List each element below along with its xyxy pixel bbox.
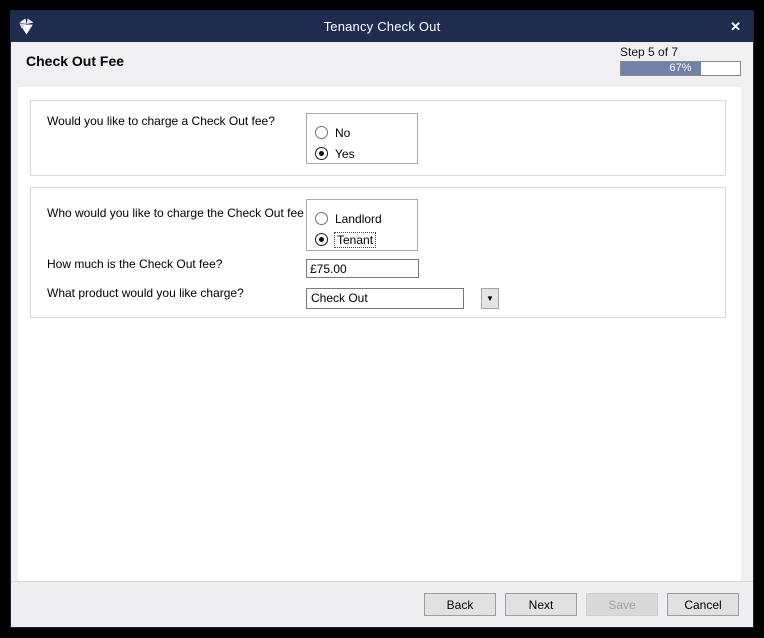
- button-bar: Back Next Save Cancel: [11, 581, 753, 627]
- radio-option-no[interactable]: No: [315, 122, 417, 143]
- product-dropdown-button[interactable]: ▼: [481, 288, 499, 309]
- radio-landlord-label: Landlord: [335, 212, 382, 226]
- section-fee-details: Who would you like to charge the Check O…: [30, 187, 726, 318]
- step-indicator: Step 5 of 7: [620, 45, 678, 59]
- back-button[interactable]: Back: [424, 593, 496, 616]
- radio-group-charge-to: Landlord Tenant: [306, 199, 418, 251]
- product-combobox[interactable]: Check Out: [306, 288, 464, 309]
- radio-yes-label: Yes: [335, 147, 355, 161]
- window-title: Tenancy Check Out: [11, 19, 753, 34]
- fee-amount-input[interactable]: [306, 259, 419, 278]
- next-button[interactable]: Next: [505, 593, 577, 616]
- page-title: Check Out Fee: [26, 53, 124, 69]
- title-bar: Tenancy Check Out ✕: [11, 11, 753, 42]
- progress-percent-label: 67%: [621, 62, 740, 75]
- close-icon[interactable]: ✕: [730, 11, 741, 42]
- dialog-window: Tenancy Check Out ✕ Check Out Fee Step 5…: [10, 10, 754, 628]
- progress-bar: 67%: [620, 61, 741, 76]
- dialog-body: Check Out Fee Step 5 of 7 67% Would you …: [11, 42, 753, 581]
- radio-tenant-icon[interactable]: [315, 233, 328, 246]
- radio-tenant-label: Tenant: [335, 233, 375, 247]
- radio-yes-icon[interactable]: [315, 147, 328, 160]
- radio-option-yes[interactable]: Yes: [315, 143, 417, 164]
- radio-group-charge-fee: No Yes: [306, 113, 418, 164]
- radio-landlord-icon[interactable]: [315, 212, 328, 225]
- radio-option-landlord[interactable]: Landlord: [315, 208, 417, 229]
- cancel-button[interactable]: Cancel: [667, 593, 739, 616]
- content-panel: Would you like to charge a Check Out fee…: [18, 87, 741, 581]
- chevron-down-icon: ▼: [486, 294, 494, 303]
- question-product: What product would you like charge?: [47, 286, 244, 300]
- question-charge-fee: Would you like to charge a Check Out fee…: [47, 114, 275, 128]
- save-button: Save: [586, 593, 658, 616]
- question-charge-to: Who would you like to charge the Check O…: [47, 206, 324, 220]
- radio-no-icon[interactable]: [315, 126, 328, 139]
- radio-option-tenant[interactable]: Tenant: [315, 229, 417, 250]
- screen-background: { "titlebar": { "title": "Tenancy Check …: [0, 0, 764, 638]
- section-charge-fee: Would you like to charge a Check Out fee…: [30, 100, 726, 176]
- radio-no-label: No: [335, 126, 350, 140]
- question-fee-amount: How much is the Check Out fee?: [47, 257, 222, 271]
